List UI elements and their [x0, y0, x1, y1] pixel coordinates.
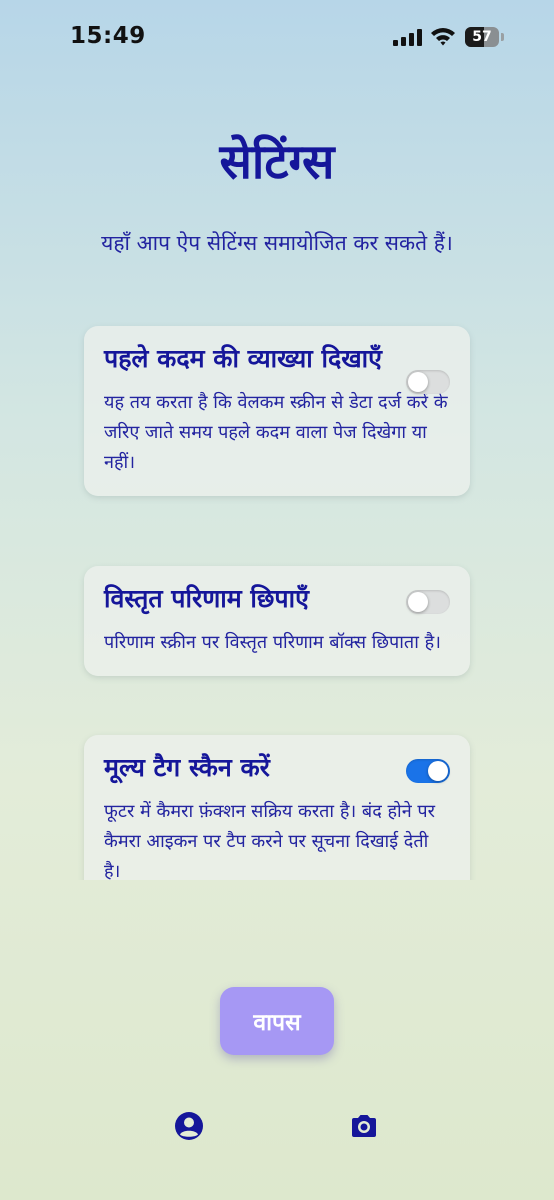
scan-price-tag-toggle[interactable] — [406, 759, 450, 783]
profile-icon[interactable] — [173, 1110, 205, 1142]
camera-icon[interactable] — [348, 1110, 380, 1142]
back-button[interactable]: वापस — [220, 987, 334, 1055]
settings-list[interactable]: पहले कदम की व्याख्या दिखाएँ यह तय करता ह… — [78, 320, 476, 880]
setting-card-first-step-explanation: पहले कदम की व्याख्या दिखाएँ यह तय करता ह… — [84, 326, 470, 496]
setting-title: पहले कदम की व्याख्या दिखाएँ — [104, 344, 382, 373]
status-time: 15:49 — [70, 23, 146, 49]
battery-icon: 57 — [465, 27, 505, 47]
page-title: सेटिंग्स — [219, 134, 335, 190]
setting-description: फूटर में कैमरा फ़ंक्शन सक्रिय करता है। ब… — [104, 801, 435, 880]
setting-description: यह तय करता है कि वेलकम स्क्रीन से डेटा द… — [104, 392, 448, 473]
wifi-icon — [431, 28, 455, 46]
setting-card-scan-price-tag: मूल्य टैग स्कैन करें फूटर में कैमरा फ़ंक… — [84, 735, 470, 880]
setting-title: मूल्य टैग स्कैन करें — [104, 753, 270, 782]
setting-description: परिणाम स्क्रीन पर विस्तृत परिणाम बॉक्स छ… — [104, 632, 441, 653]
battery-percent: 57 — [472, 29, 492, 45]
status-bar: 15:49 57 — [0, 0, 554, 76]
setting-title: विस्तृत परिणाम छिपाएँ — [104, 584, 309, 613]
page-subtitle: यहाँ आप ऐप सेटिंग्स समायोजित कर सकते हैं… — [101, 231, 453, 255]
cellular-signal-icon — [393, 29, 422, 46]
first-step-toggle[interactable] — [406, 370, 450, 394]
hide-detailed-results-toggle[interactable] — [406, 590, 450, 614]
setting-card-hide-detailed-results: विस्तृत परिणाम छिपाएँ परिणाम स्क्रीन पर … — [84, 566, 470, 676]
